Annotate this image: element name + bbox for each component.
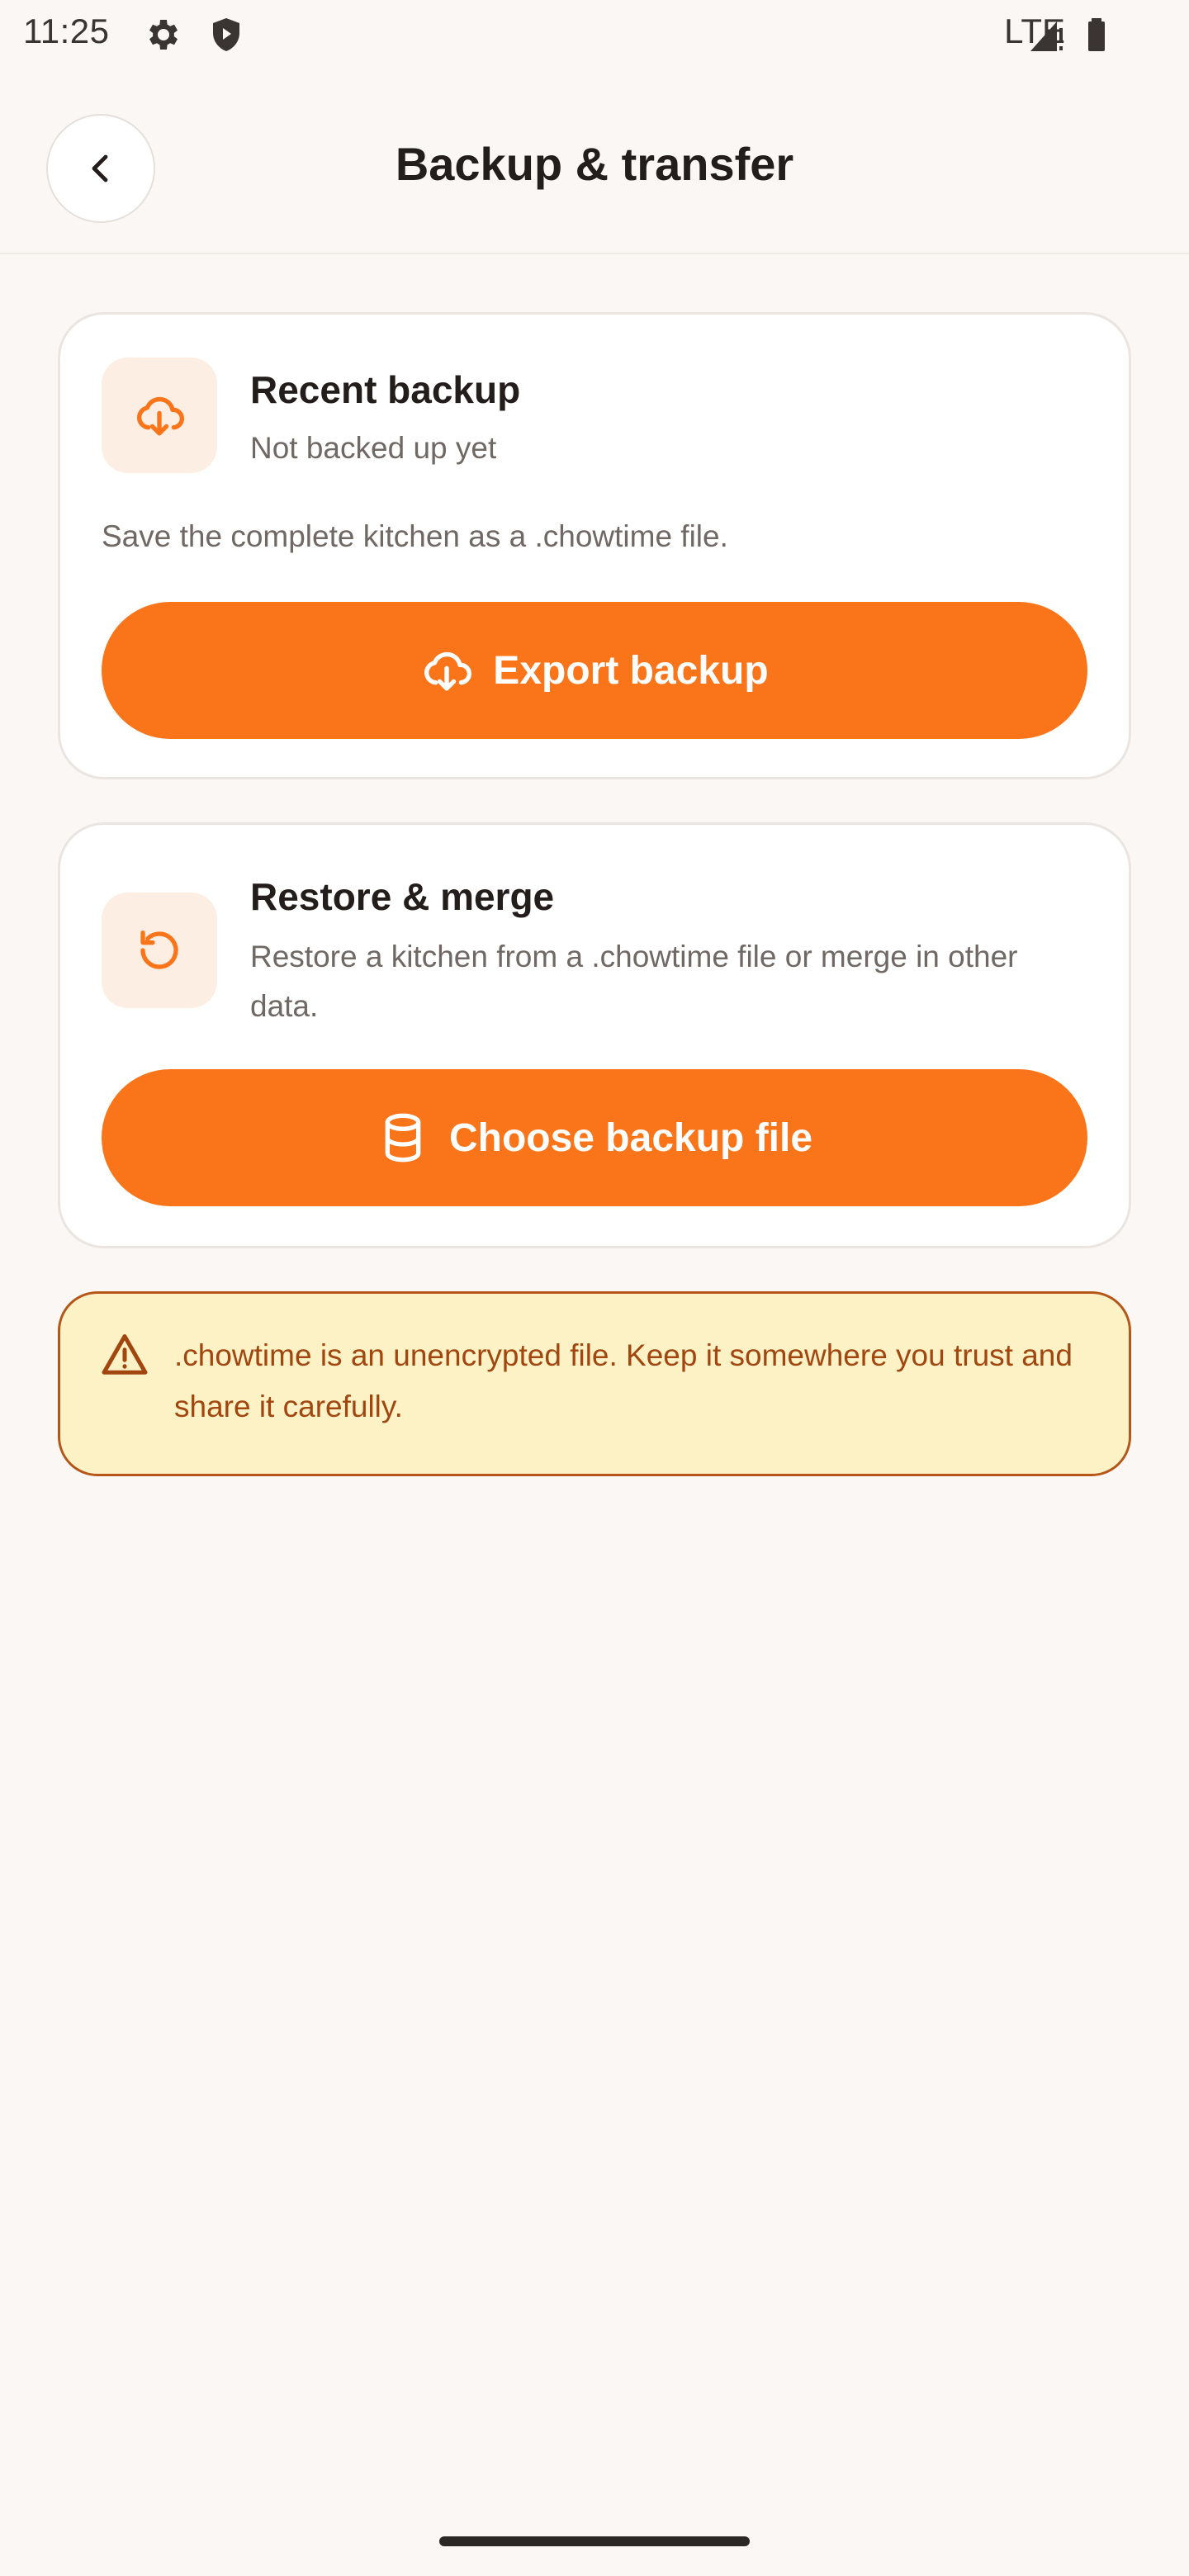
restore-icon: [133, 924, 186, 977]
gear-icon: [142, 15, 182, 54]
restore-description: Restore a kitchen from a .chowtime file …: [250, 940, 1018, 1023]
battery-icon: [1078, 15, 1118, 54]
shield-play-icon: [206, 15, 246, 54]
cloud-download-icon: [420, 644, 473, 697]
export-backup-label: Export backup: [493, 648, 769, 693]
home-indicator[interactable]: [439, 2536, 750, 2546]
restore-icon-box: [102, 893, 217, 1008]
warning-triangle-icon: [100, 1330, 149, 1384]
backup-icon-box: [102, 358, 217, 473]
security-warning: .chowtime is an unencrypted file. Keep i…: [58, 1291, 1131, 1476]
status-bar: 11:25 LTE: [0, 0, 1189, 69]
choose-backup-file-button[interactable]: Choose backup file: [102, 1069, 1087, 1206]
page-title: Backup & transfer: [395, 138, 794, 190]
choose-backup-file-label: Choose backup file: [448, 1115, 813, 1160]
restore-merge-title: Restore & merge: [250, 875, 555, 918]
status-time: 11:25: [23, 12, 110, 50]
export-backup-button[interactable]: Export backup: [102, 602, 1087, 739]
top-app-bar: Backup & transfer: [0, 69, 1189, 254]
backup-description: Save the complete kitchen as a .chowtime…: [102, 519, 728, 553]
recent-backup-card: Recent backup Not backed up yet Save the…: [58, 312, 1131, 779]
recent-backup-title: Recent backup: [250, 368, 521, 411]
restore-merge-card: Restore & merge Restore a kitchen from a…: [58, 822, 1131, 1248]
cloud-download-icon: [133, 389, 186, 442]
backup-status: Not backed up yet: [250, 431, 497, 465]
signal-icon: [1027, 15, 1067, 54]
database-icon: [377, 1111, 429, 1164]
warning-text: .chowtime is an unencrypted file. Keep i…: [174, 1338, 1073, 1423]
